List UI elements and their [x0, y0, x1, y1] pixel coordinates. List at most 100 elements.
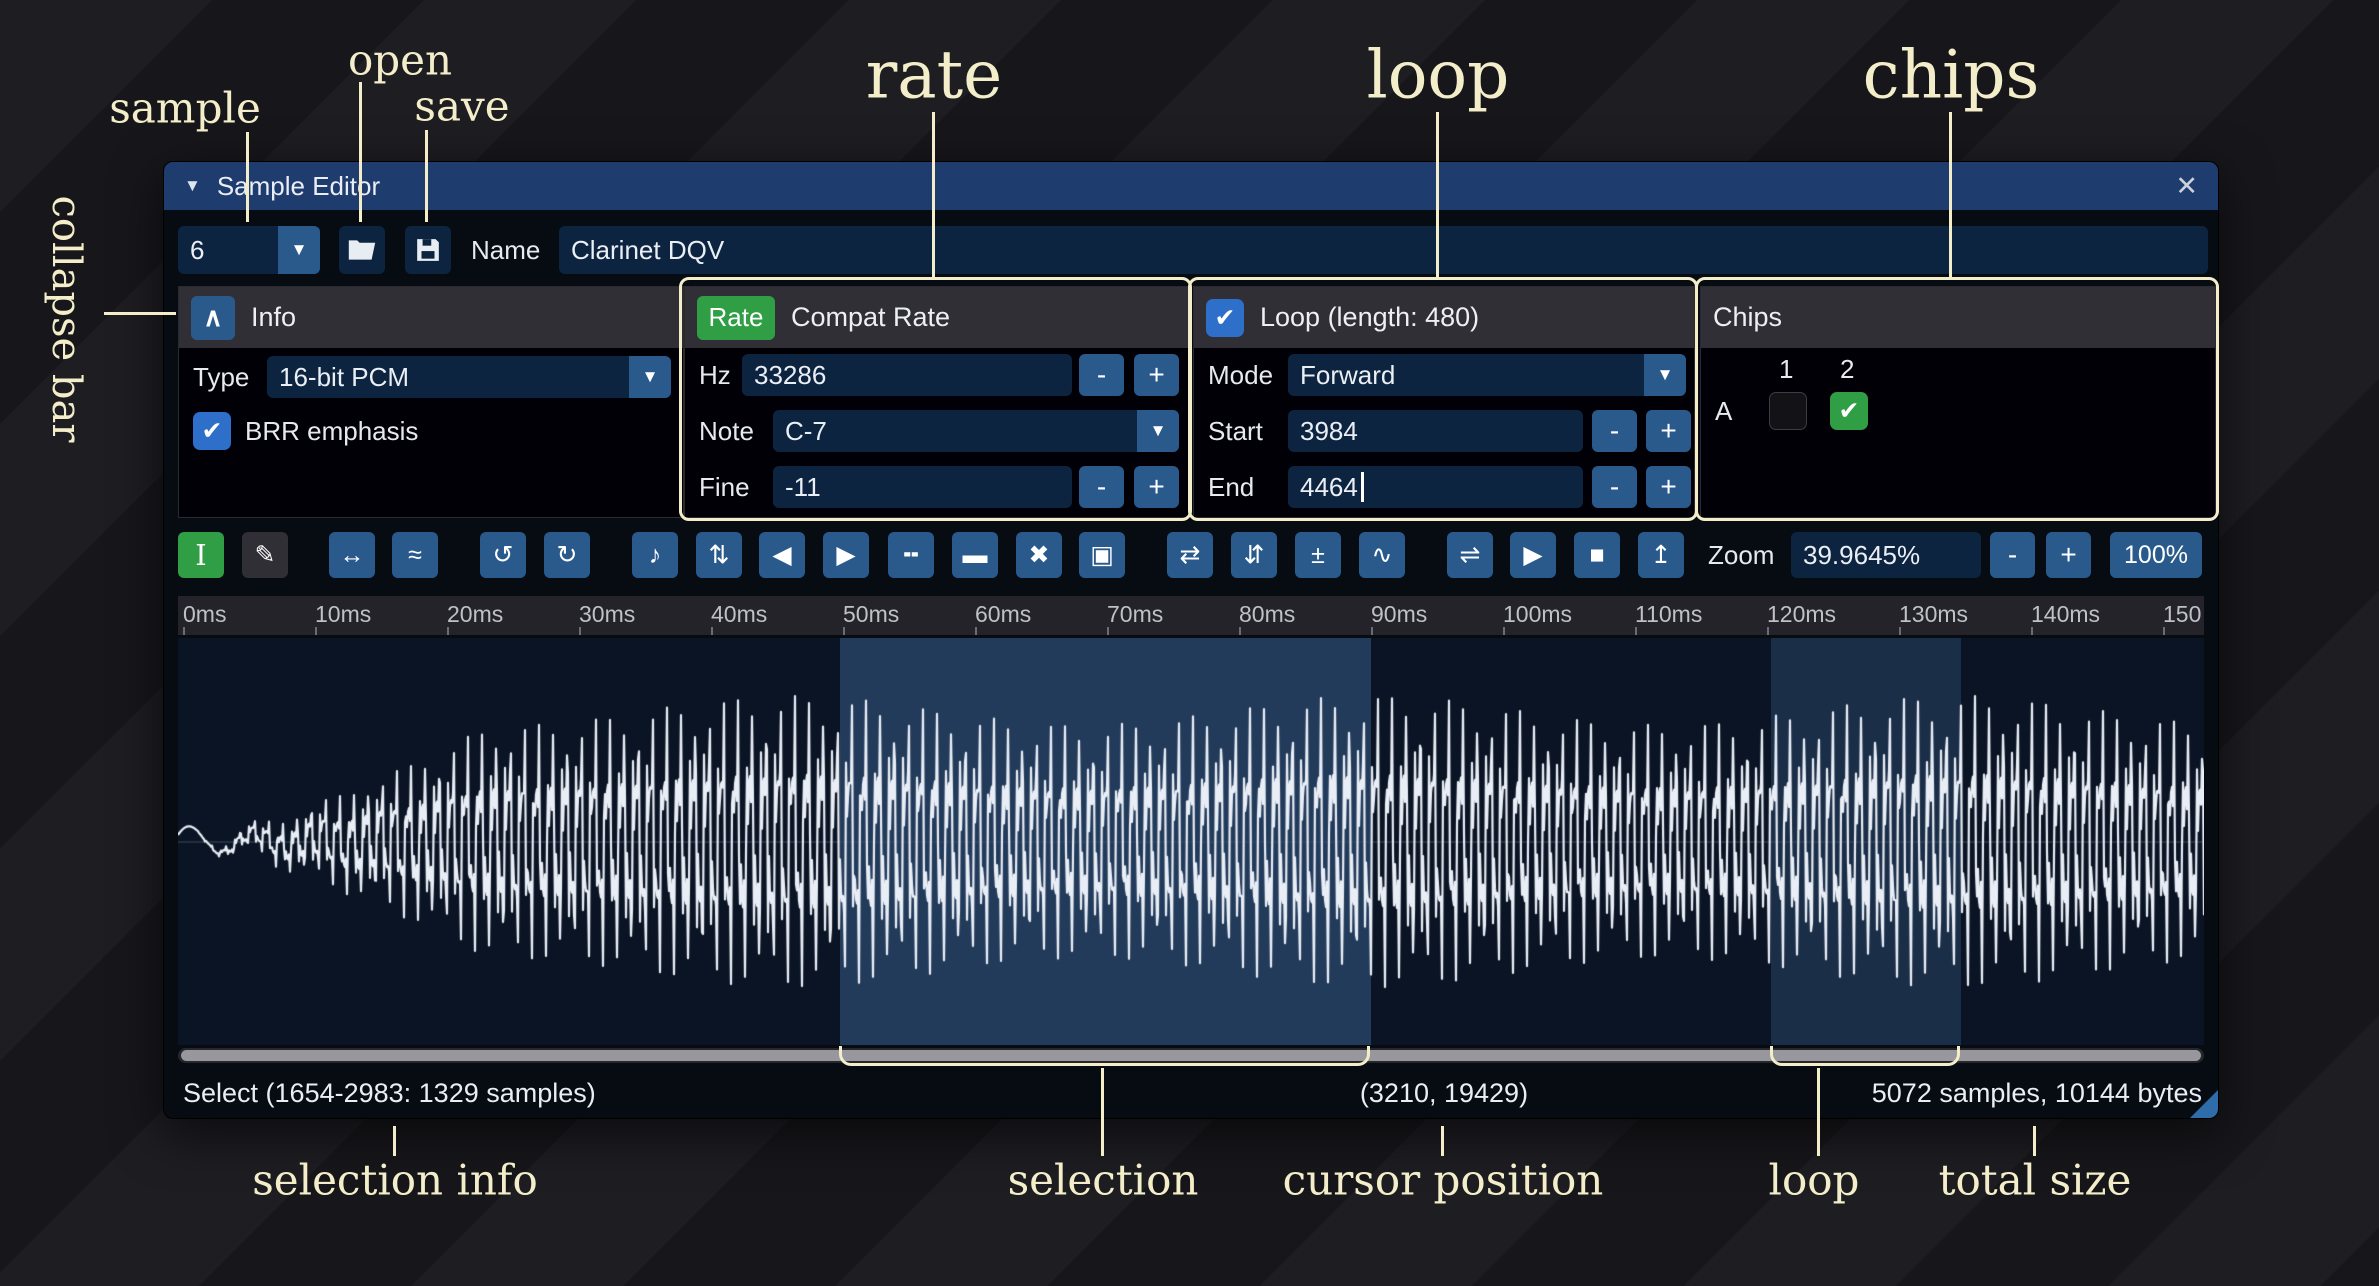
- zoom-plus-button[interactable]: +: [2046, 532, 2091, 578]
- time-label: 150: [2163, 601, 2201, 628]
- filter-button[interactable]: ∿: [1359, 532, 1405, 578]
- resample-button[interactable]: ≈: [392, 532, 438, 578]
- chip-col-2-label: 2: [1840, 354, 1854, 385]
- tick-mark: [183, 627, 185, 635]
- hz-input[interactable]: 33286: [742, 354, 1072, 396]
- fine-plus-button[interactable]: +: [1134, 466, 1179, 508]
- time-label: 50ms: [843, 601, 899, 628]
- tick-mark: [1767, 627, 1769, 635]
- loop-end-plus-button[interactable]: +: [1646, 466, 1691, 508]
- scrollbar-thumb[interactable]: [181, 1050, 2201, 1061]
- waveform-scrollbar[interactable]: [178, 1048, 2204, 1063]
- sign-button[interactable]: ±: [1295, 532, 1341, 578]
- time-label: 140ms: [2031, 601, 2100, 628]
- loop-start-input[interactable]: 3984: [1288, 410, 1583, 452]
- close-icon[interactable]: ✕: [2175, 171, 2198, 202]
- annotation-chips: chips: [1863, 37, 2040, 114]
- type-dropdown[interactable]: 16-bit PCM ▼: [267, 356, 671, 398]
- loop-panel-title: Loop (length: 480): [1260, 302, 1479, 333]
- tick-mark: [447, 627, 449, 635]
- make-instrument-button[interactable]: ↥: [1638, 532, 1684, 578]
- fine-input[interactable]: -11: [773, 466, 1072, 508]
- loop-enable-checkbox[interactable]: ✔: [1206, 299, 1244, 337]
- tick-mark: [1899, 627, 1901, 635]
- tick-mark: [1503, 627, 1505, 635]
- hz-minus-button[interactable]: -: [1079, 354, 1124, 396]
- selection-info-text: Select (1654-2983: 1329 samples): [183, 1078, 596, 1109]
- sample-number-combo[interactable]: 6 ▼: [178, 226, 320, 274]
- loop-start-minus-button[interactable]: -: [1592, 410, 1637, 452]
- loop-end-input[interactable]: 4464: [1288, 466, 1583, 508]
- chip-2-checkbox[interactable]: ✔: [1830, 392, 1868, 430]
- name-input[interactable]: Clarinet DQV: [559, 226, 2208, 274]
- select-button[interactable]: I: [178, 532, 224, 578]
- check-icon: ✔: [202, 416, 223, 446]
- time-label: 70ms: [1107, 601, 1163, 628]
- resize-handle[interactable]: [2190, 1090, 2218, 1118]
- time-label: 120ms: [1767, 601, 1836, 628]
- save-button[interactable]: [405, 226, 451, 274]
- loop-mode-value: Forward: [1288, 360, 1644, 391]
- sample-number-value: 6: [178, 235, 278, 266]
- draw-button[interactable]: ✎: [242, 532, 288, 578]
- zoom-reset-button[interactable]: 100%: [2110, 532, 2202, 578]
- fade-in-button[interactable]: ◀: [759, 532, 805, 578]
- zoom-input[interactable]: 39.9645%: [1791, 532, 1981, 578]
- window-collapse-icon[interactable]: ▼: [184, 176, 201, 196]
- chips-panel-title: Chips: [1713, 302, 1782, 333]
- tick-mark: [1239, 627, 1241, 635]
- time-label: 0ms: [183, 601, 226, 628]
- chevron-down-icon[interactable]: ▼: [1644, 354, 1686, 396]
- loop-start-plus-button[interactable]: +: [1646, 410, 1691, 452]
- open-button[interactable]: [339, 226, 385, 274]
- chip-1-checkbox[interactable]: [1769, 392, 1807, 430]
- stop-button[interactable]: ■: [1574, 532, 1620, 578]
- annotation-line-save: [425, 130, 428, 222]
- collapse-bar-button[interactable]: ∧: [191, 296, 235, 340]
- redo-button[interactable]: ↻: [544, 532, 590, 578]
- resize-button[interactable]: ↔: [329, 532, 375, 578]
- normalize-button[interactable]: ⇅: [696, 532, 742, 578]
- page-background: ▼ Sample Editor ✕ 6 ▼ Name Clarinet DQV: [0, 0, 2379, 1286]
- fine-minus-button[interactable]: -: [1079, 466, 1124, 508]
- chevron-down-icon[interactable]: ▼: [278, 226, 320, 274]
- loop-mode-dropdown[interactable]: Forward ▼: [1288, 354, 1686, 396]
- waveform[interactable]: [178, 638, 2204, 1045]
- rate-toggle-button[interactable]: Rate: [697, 296, 775, 340]
- rate-toggle-label: Rate: [709, 302, 764, 333]
- amplify-button[interactable]: ♪: [632, 532, 678, 578]
- trim-button[interactable]: ▣: [1079, 532, 1125, 578]
- invert-button[interactable]: ⇵: [1231, 532, 1277, 578]
- fade-out-button[interactable]: ▶: [823, 532, 869, 578]
- chips-panel: Chips 1 2 A ✔: [1700, 286, 2216, 518]
- check-icon: ✔: [1839, 396, 1860, 426]
- annotation-total-size: total size: [1939, 1156, 2132, 1205]
- annotation-line-sample: [246, 132, 249, 222]
- hz-plus-button[interactable]: +: [1134, 354, 1179, 396]
- brr-emphasis-checkbox[interactable]: ✔: [193, 412, 231, 450]
- loop-end-minus-button[interactable]: -: [1592, 466, 1637, 508]
- time-label: 90ms: [1371, 601, 1427, 628]
- time-label: 80ms: [1239, 601, 1295, 628]
- timeline-ruler[interactable]: 0ms10ms20ms30ms40ms50ms60ms70ms80ms90ms1…: [178, 596, 2204, 635]
- window-titlebar[interactable]: ▼ Sample Editor ✕: [164, 162, 2218, 210]
- time-label: 100ms: [1503, 601, 1572, 628]
- insert-silence-button[interactable]: ╍: [888, 532, 934, 578]
- zoom-minus-button[interactable]: -: [1990, 532, 2035, 578]
- note-value: C-7: [773, 416, 1137, 447]
- chevron-down-icon[interactable]: ▼: [1137, 410, 1179, 452]
- apply-silence-button[interactable]: ▬: [952, 532, 998, 578]
- undo-button[interactable]: ↺: [480, 532, 526, 578]
- cursor-position-text: (3210, 19429): [1360, 1078, 1528, 1109]
- tick-mark: [975, 627, 977, 635]
- type-label: Type: [193, 356, 249, 398]
- reverse-button[interactable]: ⇄: [1167, 532, 1213, 578]
- chevron-down-icon[interactable]: ▼: [629, 356, 671, 398]
- preview-button[interactable]: ▶: [1510, 532, 1556, 578]
- delete-button[interactable]: ✖: [1016, 532, 1062, 578]
- crossfade-button[interactable]: ⇌: [1447, 532, 1493, 578]
- open-folder-icon: [347, 238, 377, 262]
- note-dropdown[interactable]: C-7 ▼: [773, 410, 1179, 452]
- name-value: Clarinet DQV: [571, 235, 724, 266]
- waveform-area[interactable]: [178, 638, 2204, 1045]
